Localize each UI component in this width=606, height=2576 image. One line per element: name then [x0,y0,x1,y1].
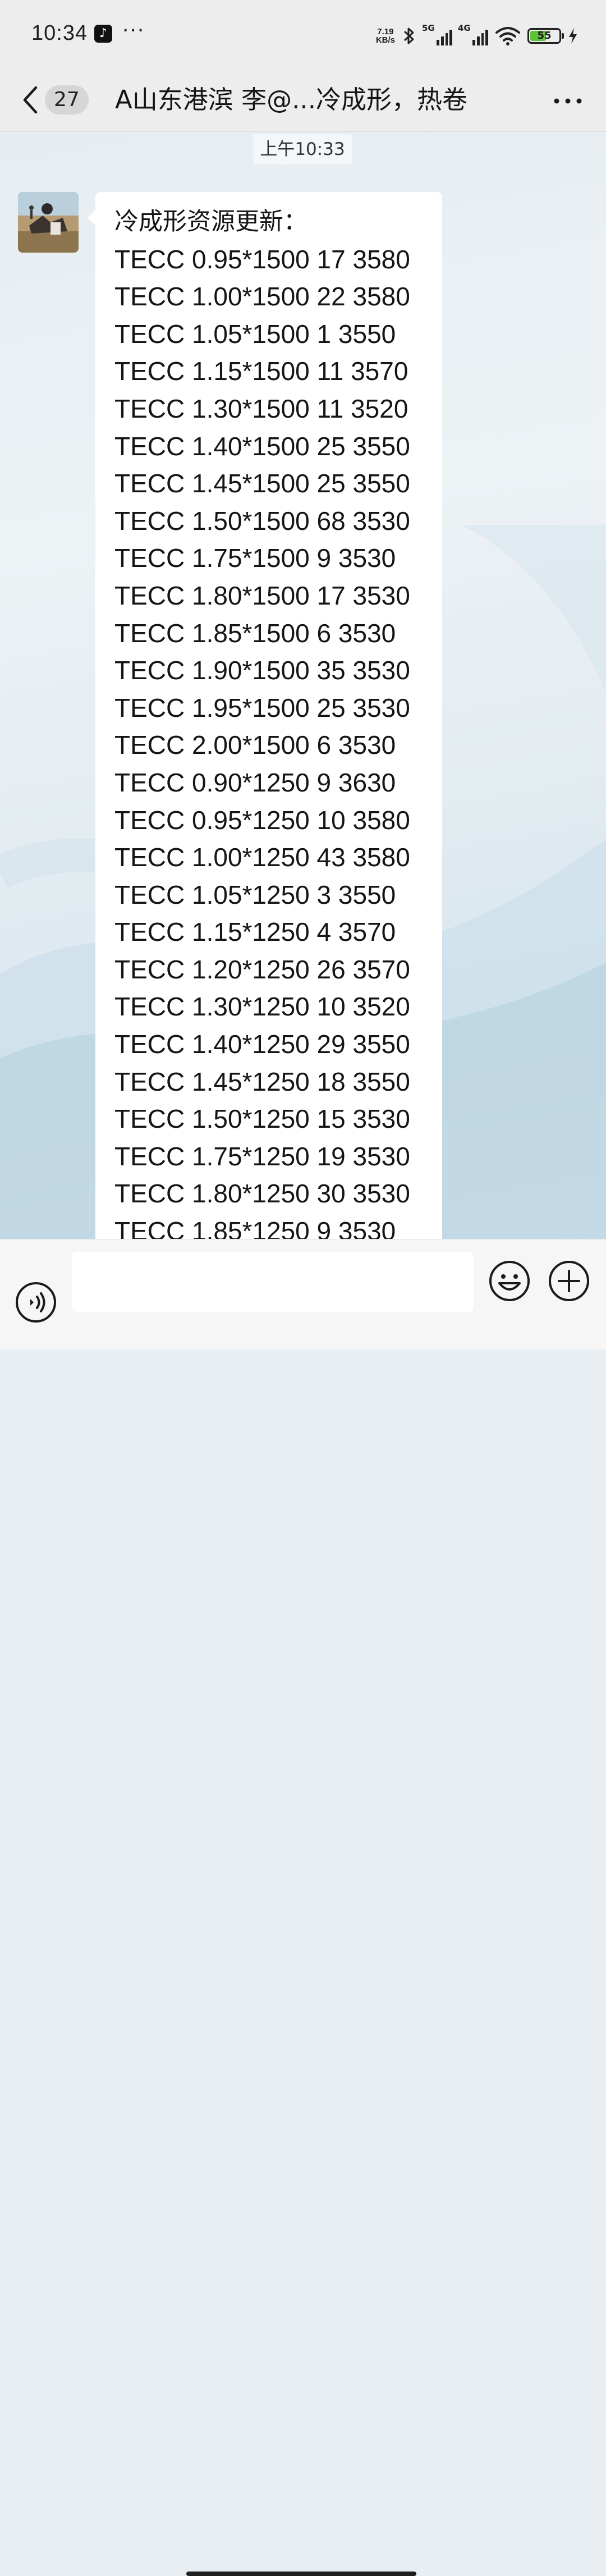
status-indicators: 7.19 KB/s 5G 4G 55 [376,23,578,48]
message-line: TECC 2.00*1500 6 3530 [114,730,396,760]
bluetooth-icon [403,28,414,44]
message-line: TECC 1.50*1500 68 3530 [114,506,410,536]
message-line: TECC 1.40*1250 29 3550 [114,1030,410,1059]
message-line: TECC 1.20*1250 26 3570 [114,954,410,984]
network-speed-value: 7.19 [377,27,394,36]
signal-4g-label: 4G [458,23,471,33]
emoji-icon[interactable] [488,1260,531,1302]
message-line: TECC 1.00*1250 43 3580 [114,843,410,872]
voice-input-icon[interactable] [15,1281,57,1324]
message-line: TECC 1.00*1500 22 3580 [114,282,410,312]
charging-icon [569,28,577,44]
chevron-left-icon [23,86,38,114]
message-line: TECC 1.50*1250 15 3530 [114,1104,410,1134]
back-button[interactable]: 27 [20,80,89,120]
message-body: TECC 0.95*1500 17 3580 TECC 1.00*1500 22 … [114,241,442,1239]
message-bubble[interactable]: 冷成形资源更新： TECC 0.95*1500 17 3580 TECC 1.00… [88,192,442,1239]
message-timestamp: 上午10:33 [253,134,352,164]
message-line: TECC 0.95*1250 10 3580 [114,805,410,835]
network-speed: 7.19 KB/s [376,28,395,44]
sender-avatar[interactable] [18,192,79,253]
message-line: TECC 1.05*1250 3 3550 [114,880,396,909]
message-line: TECC 1.75*1250 19 3530 [114,1141,410,1171]
chat-title: A山东港滨 李@...冷成形，热卷 [115,85,468,115]
chat-header: 27 A山东港滨 李@...冷成形，热卷 [0,68,606,132]
more-options-icon[interactable] [552,85,584,117]
battery-icon: 55 [527,28,564,44]
message-line: TECC 1.80*1500 17 3530 [114,580,410,610]
message-heading: 冷成形资源更新： [114,208,307,236]
message-line: TECC 1.90*1500 35 3530 [114,656,410,685]
message-line: TECC 0.95*1500 17 3580 [114,244,410,274]
message-line: TECC 1.40*1500 25 3550 [114,431,410,461]
status-time: 10:34 [31,21,88,45]
plus-icon[interactable] [548,1260,590,1302]
signal-5g-icon: 5G [422,23,452,45]
message-line: TECC 1.15*1250 4 3570 [114,917,396,947]
message-input[interactable] [72,1252,474,1312]
message-line: TECC 1.30*1250 10 3520 [114,992,410,1022]
message-line: TECC 1.15*1500 11 3570 [114,356,408,386]
input-bar [0,1239,606,2576]
message-line: TECC 1.45*1500 25 3550 [114,469,410,498]
message-line: TECC 1.85*1250 9 3530 [114,1216,396,1239]
battery-level: 55 [537,30,552,42]
message-line: TECC 1.95*1500 25 3530 [114,693,410,722]
chat-message-area[interactable]: 上午10:33 冷成形资源更新： TECC 0.95*1500 17 3580 T… [0,132,606,1239]
signal-4g-icon: 4G [458,23,488,45]
tiktok-icon: ♪ [94,25,112,43]
network-speed-unit: KB/s [375,35,395,45]
message-line: TECC 1.85*1500 6 3530 [114,618,396,648]
message-line: TECC 1.75*1500 9 3530 [114,543,396,573]
message-line: TECC 1.05*1500 1 3550 [114,319,396,349]
message-line: TECC 1.80*1250 30 3530 [114,1179,410,1209]
signal-5g-label: 5G [422,23,435,33]
message-line: TECC 1.30*1500 11 3520 [114,394,408,423]
status-more-indicator: ··· [122,19,145,42]
status-bar: 10:34 ♪ ··· 7.19 KB/s 5G 4G 55 [0,0,606,68]
home-indicator[interactable] [186,2572,416,2576]
unread-count-badge: 27 [45,85,89,115]
wifi-icon [495,27,520,45]
message-line: TECC 0.90*1250 9 3630 [114,767,396,797]
message-line: TECC 1.45*1250 18 3550 [114,1067,410,1096]
